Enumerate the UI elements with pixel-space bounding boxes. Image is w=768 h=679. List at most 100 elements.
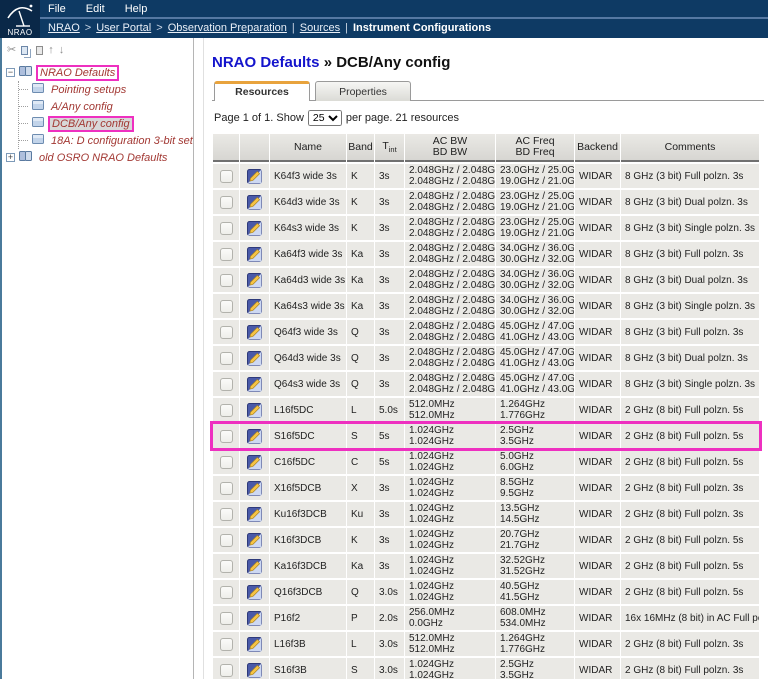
cell-tint: 3s (375, 320, 404, 344)
edit-icon[interactable] (247, 481, 262, 496)
cell-band: S (347, 424, 374, 448)
tree-label[interactable]: Pointing setups (48, 83, 129, 97)
splitter[interactable] (194, 38, 204, 679)
row-checkbox[interactable] (220, 456, 233, 469)
row-checkbox[interactable] (220, 274, 233, 287)
row-checkbox[interactable] (220, 196, 233, 209)
tree-expander-icon[interactable]: − (6, 68, 15, 77)
breadcrumb-separator: > (156, 22, 162, 34)
nrao-logo[interactable]: NRAO (0, 0, 40, 38)
cell-backend: WIDAR (575, 398, 620, 422)
tab-resources[interactable]: Resources (214, 81, 310, 101)
tree-node-18a-d-configuration-3-bit-setup[interactable]: 18A: D configuration 3-bit setup (19, 132, 193, 149)
cell-band: S (347, 658, 374, 679)
menu-edit[interactable]: Edit (86, 3, 105, 15)
edit-icon[interactable] (247, 221, 262, 236)
row-checkbox-cell (213, 580, 239, 604)
row-checkbox[interactable] (220, 430, 233, 443)
row-checkbox[interactable] (220, 300, 233, 313)
tab-properties[interactable]: Properties (315, 81, 411, 101)
row-checkbox-cell (213, 398, 239, 422)
cell-backend: WIDAR (575, 346, 620, 370)
tree-label[interactable]: A/Any config (48, 100, 116, 114)
tree-node-a-any-config[interactable]: A/Any config (19, 98, 193, 115)
tree-label[interactable]: old OSRO NRAO Defaults (36, 151, 170, 165)
edit-icon[interactable] (247, 403, 262, 418)
edit-icon[interactable] (247, 299, 262, 314)
row-checkbox-cell (213, 190, 239, 214)
table-row: Q16f3DCBQ3.0s1.024GHz1.024GHz40.5GHz41.5… (213, 580, 759, 604)
edit-icon[interactable] (247, 455, 262, 470)
edit-icon[interactable] (247, 663, 262, 678)
row-checkbox[interactable] (220, 508, 233, 521)
row-checkbox-cell (213, 424, 239, 448)
tree-node-old-osro-nrao-defaults[interactable]: + old OSRO NRAO Defaults (6, 149, 193, 166)
page-title: NRAO Defaults » DCB/Any config (212, 54, 764, 71)
tree-node-dcb-any-config[interactable]: DCB/Any config (19, 115, 193, 132)
title-parent-link[interactable]: NRAO Defaults (212, 54, 320, 71)
cut-icon[interactable]: ✂ (7, 44, 16, 56)
edit-icon[interactable] (247, 429, 262, 444)
cell-backend: WIDAR (575, 424, 620, 448)
menu-file[interactable]: File (48, 3, 66, 15)
cell-ac-bw: 2.048GHz / 2.048GHz2.048GHz / 2.048GHz (405, 294, 495, 318)
cell-name: X16f5DCB (270, 476, 346, 500)
row-checkbox[interactable] (220, 170, 233, 183)
row-checkbox[interactable] (220, 326, 233, 339)
tree-expander-icon[interactable]: + (6, 153, 15, 162)
top-header: NRAO File Edit Help NRAO > User Portal > Obser… (0, 0, 768, 38)
row-checkbox[interactable] (220, 378, 233, 391)
edit-icon[interactable] (247, 273, 262, 288)
edit-icon[interactable] (247, 325, 262, 340)
edit-icon[interactable] (247, 247, 262, 262)
cell-comments: 2 GHz (8 bit) Full polzn. 5s (621, 580, 759, 604)
edit-icon[interactable] (247, 195, 262, 210)
edit-icon[interactable] (247, 351, 262, 366)
cell-band: P (347, 606, 374, 630)
tree-label[interactable]: 18A: D configuration 3-bit setup (48, 134, 194, 148)
table-header-row: Name Band Tint AC BWBD BW AC FreqBD Freq… (213, 134, 759, 162)
menu-help[interactable]: Help (125, 3, 148, 15)
copy-icon[interactable] (21, 46, 28, 55)
breadcrumb-observation-preparation[interactable]: Observation Preparation (168, 22, 287, 34)
move-down-icon[interactable]: ↓ (59, 44, 65, 56)
row-checkbox[interactable] (220, 248, 233, 261)
row-checkbox[interactable] (220, 534, 233, 547)
row-checkbox[interactable] (220, 664, 233, 677)
row-checkbox[interactable] (220, 222, 233, 235)
tree-node-nrao-defaults[interactable]: − NRAO Defaults (6, 64, 193, 81)
edit-icon[interactable] (247, 559, 262, 574)
cell-tint: 3s (375, 554, 404, 578)
tree-node-pointing-setups[interactable]: Pointing setups (19, 81, 193, 98)
row-checkbox[interactable] (220, 404, 233, 417)
edit-icon[interactable] (247, 611, 262, 626)
edit-icon[interactable] (247, 637, 262, 652)
header-tint: Tint (375, 134, 404, 162)
row-checkbox[interactable] (220, 352, 233, 365)
tree-label[interactable]: NRAO Defaults (36, 65, 119, 81)
row-checkbox[interactable] (220, 560, 233, 573)
row-checkbox[interactable] (220, 638, 233, 651)
edit-icon[interactable] (247, 169, 262, 184)
edit-icon[interactable] (247, 533, 262, 548)
table-row: X16f5DCBX3s1.024GHz1.024GHz8.5GHz9.5GHzW… (213, 476, 759, 500)
row-checkbox[interactable] (220, 612, 233, 625)
breadcrumb-separator: > (85, 22, 91, 34)
resources-table: Name Band Tint AC BWBD BW AC FreqBD Freq… (212, 132, 760, 679)
row-checkbox-cell (213, 268, 239, 292)
breadcrumb-user-portal[interactable]: User Portal (96, 22, 151, 34)
row-checkbox[interactable] (220, 586, 233, 599)
paste-icon[interactable] (36, 46, 43, 55)
edit-icon[interactable] (247, 585, 262, 600)
sidebar-toolbar: ✂ ↑ ↓ (7, 43, 193, 57)
page-size-select[interactable]: 25 (308, 110, 342, 126)
breadcrumb-sources[interactable]: Sources (300, 22, 340, 34)
cell-ac-bw: 1.024GHz1.024GHz (405, 658, 495, 679)
edit-icon[interactable] (247, 377, 262, 392)
edit-icon[interactable] (247, 507, 262, 522)
breadcrumb-nrao[interactable]: NRAO (48, 22, 80, 34)
move-up-icon[interactable]: ↑ (48, 44, 54, 56)
row-checkbox[interactable] (220, 482, 233, 495)
tree-label[interactable]: DCB/Any config (48, 116, 134, 132)
row-checkbox-cell (213, 242, 239, 266)
